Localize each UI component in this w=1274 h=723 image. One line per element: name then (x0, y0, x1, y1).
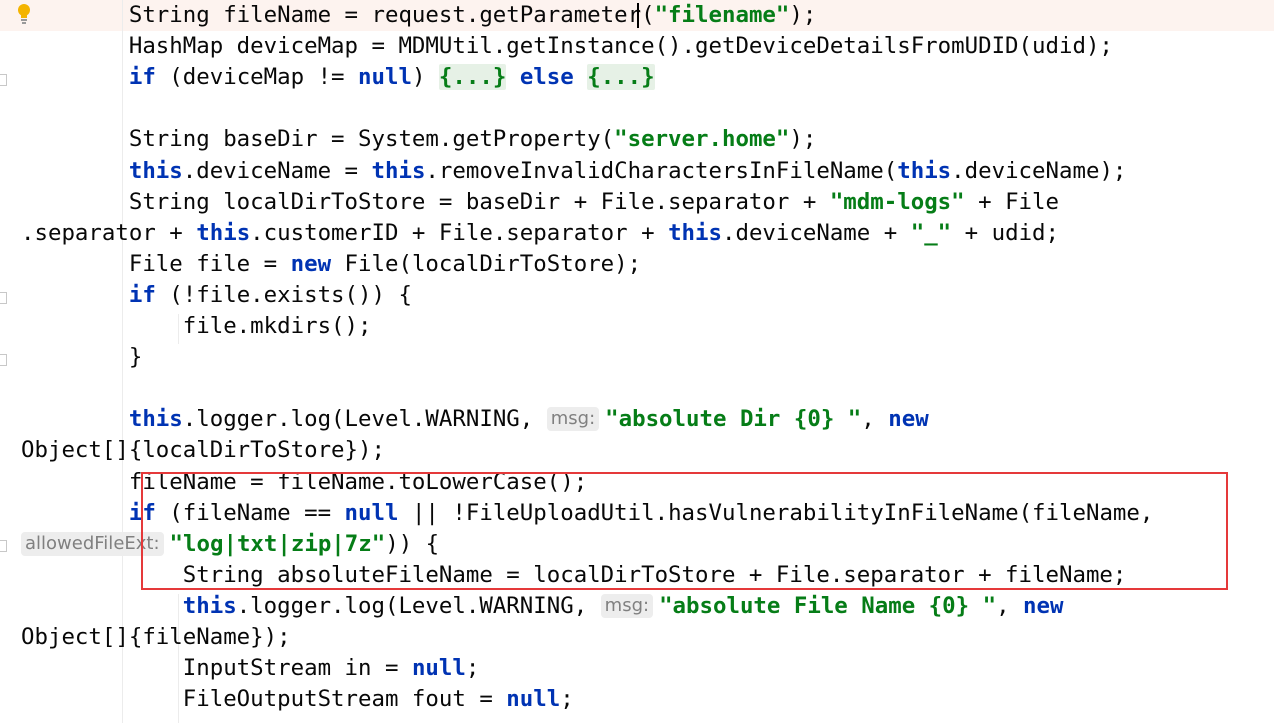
code-line[interactable]: File file = new File(localDirToStore); (21, 249, 1274, 280)
parameter-hint: msg: (600, 593, 654, 618)
code-line[interactable]: this.logger.log(Level.WARNING, msg: "abso… (21, 404, 1274, 435)
code-line[interactable]: allowedFileExt: "log|txt|zip|7z")) { (21, 529, 1274, 560)
code-line[interactable]: if (fileName == null || !FileUploadUtil.… (21, 498, 1274, 529)
folded-block[interactable]: {...} (438, 64, 507, 91)
code-line[interactable]: String baseDir = System.getProperty("ser… (21, 124, 1274, 155)
parameter-hint: allowedFileExt: (21, 531, 164, 556)
code-line[interactable]: String absoluteFileName = localDirToStor… (21, 560, 1274, 591)
code-line[interactable]: Object[]{fileName}); (21, 622, 1274, 653)
code-line[interactable]: FileOutputStream fout = null; (21, 684, 1274, 715)
code-line[interactable]: if (deviceMap != null) {...} else {...} (21, 62, 1274, 93)
code-line[interactable]: InputStream in = null; (21, 653, 1274, 684)
code-line[interactable]: String localDirToStore = baseDir + File.… (21, 187, 1274, 218)
fold-marker[interactable] (0, 354, 7, 366)
code-line[interactable]: Object[]{localDirToStore}); (21, 435, 1274, 466)
parameter-hint: msg: (546, 407, 600, 432)
code-line[interactable]: fileName = fileName.toLowerCase(); (21, 467, 1274, 498)
fold-marker[interactable] (0, 292, 7, 304)
fold-marker[interactable] (0, 540, 7, 552)
folded-block[interactable]: {...} (587, 64, 655, 91)
code-line[interactable]: file.mkdirs(); (21, 311, 1274, 342)
code-line[interactable] (21, 373, 1274, 404)
code-line[interactable]: } (21, 342, 1274, 373)
code-line[interactable] (21, 93, 1274, 124)
code-line[interactable]: if (!file.exists()) { (21, 280, 1274, 311)
text-caret (637, 3, 639, 28)
code-line[interactable]: this.deviceName = this.removeInvalidChar… (21, 156, 1274, 187)
code-line[interactable]: String fileName = request.getParameter("… (21, 0, 1274, 31)
code-line[interactable]: HashMap deviceMap = MDMUtil.getInstance(… (21, 31, 1274, 62)
fold-marker[interactable] (0, 74, 7, 86)
code-line[interactable]: this.logger.log(Level.WARNING, msg: "abso… (21, 591, 1274, 622)
code-line[interactable]: .separator + this.customerID + File.sepa… (21, 218, 1274, 249)
